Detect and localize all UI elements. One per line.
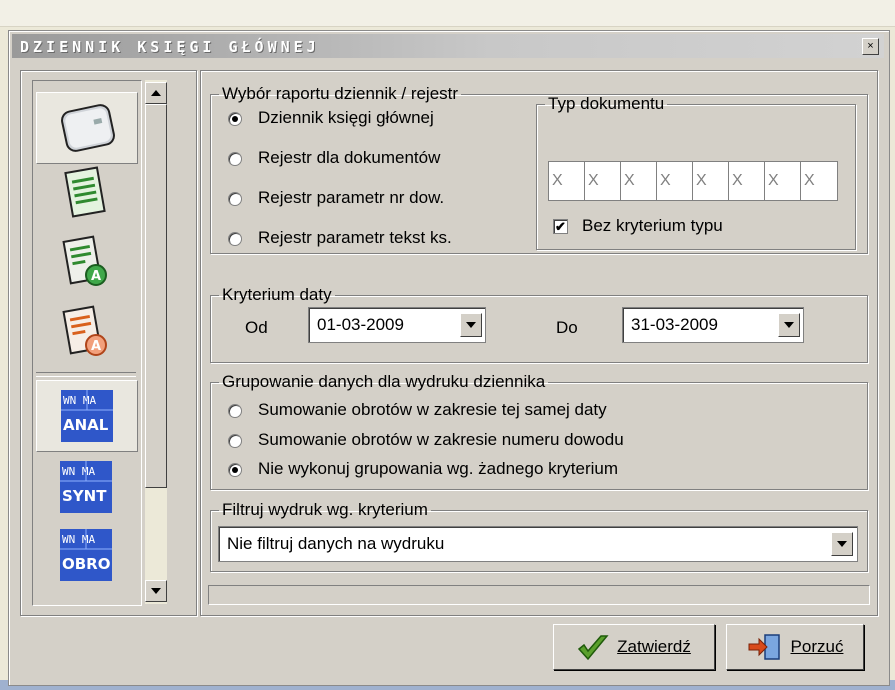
radio-dziennik[interactable] [228,112,242,126]
window-title: DZIENNIK KSIĘGI GŁÓWNEJ [20,38,320,56]
confirm-label: Zatwierdź [617,637,691,656]
book-icon [61,104,115,152]
arrow-down-icon [151,588,161,594]
label-bez-kryterium[interactable]: Bez kryterium typu [582,216,723,236]
label-grp-data[interactable]: Sumowanie obrotów w zakresie tej samej d… [258,400,607,420]
synt-line1: WN MA [62,465,95,478]
label-do: Do [556,318,578,337]
obro-line1: WN MA [62,533,95,546]
label-rejestr-tekst[interactable]: Rejestr parametr tekst ks. [258,228,452,248]
label-rejestr-dokumentow[interactable]: Rejestr dla dokumentów [258,148,440,168]
document-a-orange-icon: A [62,305,107,356]
wn-ma-synt-icon: WN MA SYNT [60,461,112,513]
chevron-down-icon [784,322,794,328]
doc-type-cell[interactable]: X [656,161,694,201]
label-grp-dowod[interactable]: Sumowanie obrotów w zakresie numeru dowo… [258,430,624,450]
tool-book[interactable] [36,92,138,164]
checkmark-icon [578,635,609,661]
doc-type-cell[interactable]: X [728,161,766,201]
checkbox-bez-kryterium[interactable]: ✔ [553,219,568,234]
report-legend: Wybór raportu dziennik / rejestr [222,84,459,103]
chevron-down-icon [466,322,476,328]
doc-type-legend: Typ dokumentu [548,94,665,113]
filter-select[interactable]: Nie filtruj danych na wydruku [218,526,858,562]
anal-line1: WN MA [63,394,96,407]
label-grp-none[interactable]: Nie wykonuj grupowania wg. żadnego kryte… [258,459,618,479]
tool-synt[interactable]: WN MA SYNT [36,452,136,522]
document-a-green-icon: A [62,235,107,286]
scroll-thumb[interactable] [145,104,167,488]
chevron-down-icon [837,541,847,547]
label-rejestr-nr-dow[interactable]: Rejestr parametr nr dow. [258,188,444,208]
doc-type-cell[interactable]: X [800,161,838,201]
date-legend: Kryterium daty [222,285,332,304]
scroll-down-button[interactable] [145,580,167,602]
radio-rejestr-dokumentow[interactable] [228,152,242,166]
background-app-strip [0,0,895,27]
confirm-button[interactable]: Zatwierdź [553,624,715,670]
date-from-dropdown[interactable] [460,313,482,337]
grouping-legend: Grupowanie danych dla wydruku dziennika [222,372,546,391]
status-bar [208,585,870,605]
scroll-up-button[interactable] [145,82,167,104]
date-to-dropdown[interactable] [778,313,800,337]
tool-document-a-orange[interactable]: A [36,298,136,368]
svg-text:A: A [91,339,101,354]
svg-text:A: A [91,269,101,284]
cancel-label: Porzuć [790,637,844,656]
radio-rejestr-tekst[interactable] [228,232,242,246]
wn-ma-obro-icon: WN MA OBRO [60,529,112,581]
exit-door-icon [748,634,780,660]
anal-line2: ANAL [63,416,109,434]
tool-document-a-green[interactable]: A [36,228,136,298]
tool-anal[interactable]: WN MA ANAL [36,380,138,452]
doc-type-cell[interactable]: X [692,161,730,201]
tool-separator [36,372,136,377]
obro-line2: OBRO [62,555,111,573]
radio-grp-none[interactable] [228,463,242,477]
list-document-icon [64,166,106,218]
radio-grp-data[interactable] [228,404,242,418]
tool-obro[interactable]: WN MA OBRO [36,520,136,590]
label-od: Od [245,318,268,337]
doc-type-cell[interactable]: X [620,161,658,201]
arrow-up-icon [151,90,161,96]
doc-type-cell[interactable]: X [548,161,586,201]
date-to-field[interactable]: 31-03-2009 [622,307,804,343]
tool-list-document[interactable] [36,158,136,228]
radio-grp-dowod[interactable] [228,434,242,448]
doc-type-cell[interactable]: X [764,161,802,201]
filter-dropdown-button[interactable] [831,532,853,556]
cancel-button[interactable]: Porzuć [726,624,864,670]
radio-rejestr-nr-dow[interactable] [228,192,242,206]
wn-ma-anal-icon: WN MA ANAL [61,390,113,442]
filter-legend: Filtruj wydruk wg. kryterium [222,500,428,519]
close-button[interactable]: × [862,38,879,55]
doc-type-cell[interactable]: X [584,161,622,201]
synt-line2: SYNT [62,487,107,505]
label-dziennik[interactable]: Dziennik księgi głównej [258,108,434,128]
